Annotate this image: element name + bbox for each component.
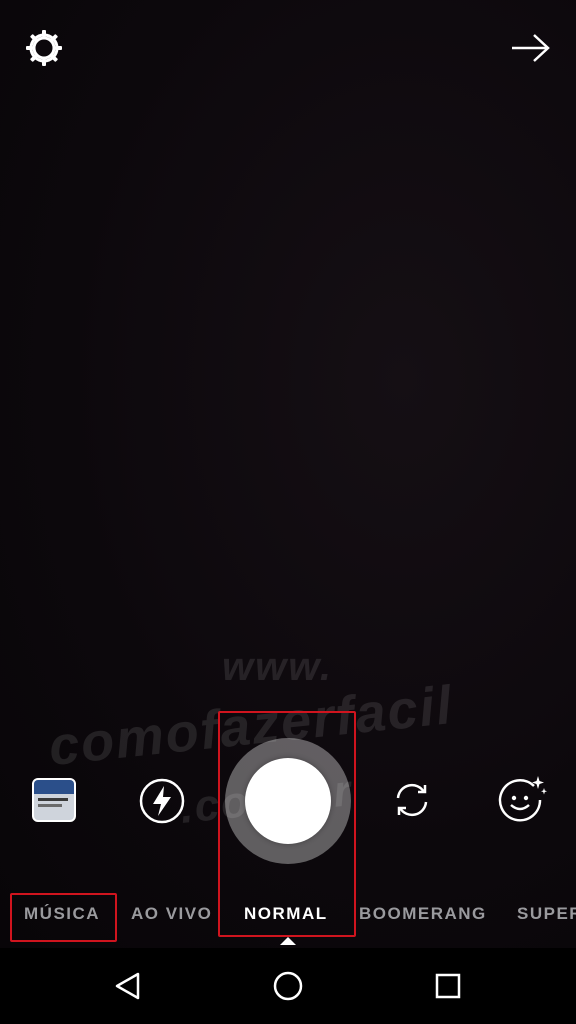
navigation-bar [0,948,576,1024]
mode-boomerang[interactable]: BOOMERANG [359,904,487,924]
mode-super[interactable]: SUPER [517,904,576,924]
highlight-box-musica [10,893,117,942]
flash-icon[interactable] [139,778,185,824]
face-effects-icon[interactable] [496,774,548,826]
gear-icon[interactable] [24,28,64,68]
highlight-box-shutter [218,711,356,937]
mode-ao-vivo[interactable]: AO VIVO [131,904,212,924]
home-circle-icon[interactable] [268,968,308,1004]
flip-camera-icon[interactable] [388,776,436,824]
recent-apps-square-icon[interactable] [428,968,468,1004]
back-triangle-icon[interactable] [108,968,148,1004]
active-mode-indicator [280,937,296,945]
arrow-right-icon[interactable] [508,30,552,66]
gallery-thumbnail[interactable] [32,778,76,822]
